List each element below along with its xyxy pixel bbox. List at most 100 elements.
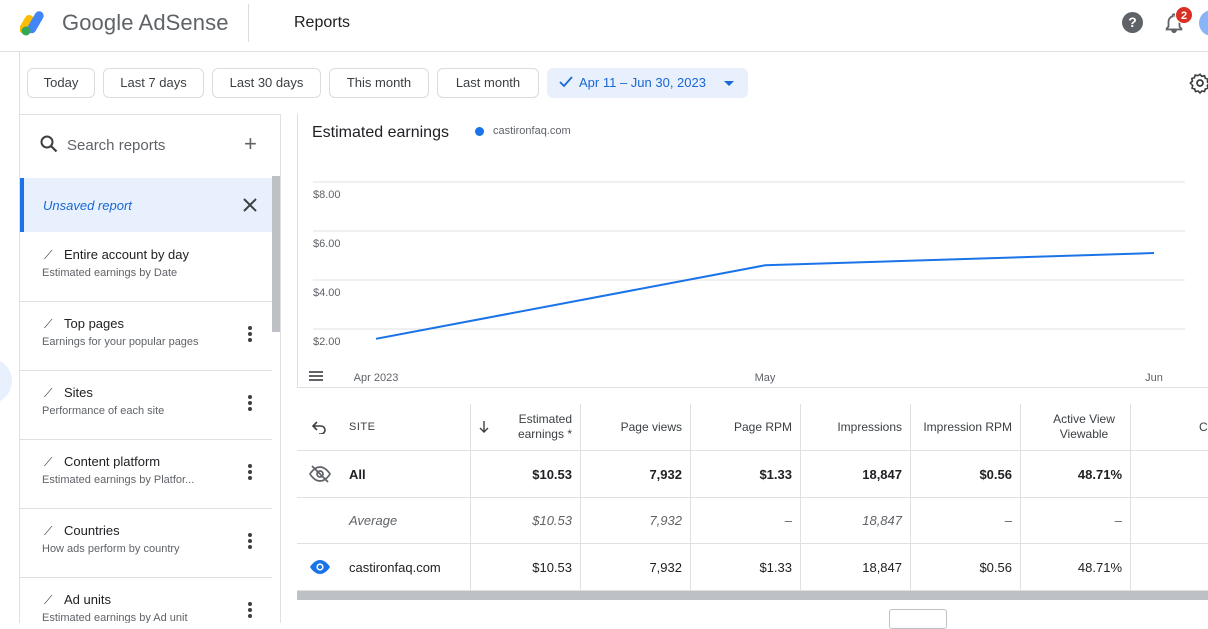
page-size-select[interactable] bbox=[889, 609, 947, 629]
row-page-views: 7,932 bbox=[649, 466, 682, 482]
check-icon bbox=[559, 76, 573, 88]
y-tick-label: $2.00 bbox=[313, 336, 341, 348]
col-header-active-view[interactable]: Active View Viewable bbox=[1020, 404, 1130, 450]
avatar[interactable] bbox=[1199, 10, 1208, 36]
row-earnings: $10.53 bbox=[532, 513, 572, 528]
report-item-countries[interactable]: ⟋ Countries How ads perform by country bbox=[20, 509, 272, 578]
row-active-view: 48.71% bbox=[1077, 559, 1122, 575]
legend-label[interactable]: castironfaq.com bbox=[493, 125, 571, 137]
more-vert-icon[interactable] bbox=[244, 462, 256, 482]
col-header-page-rpm[interactable]: Page RPM bbox=[690, 404, 800, 450]
col-header-impressions[interactable]: Impressions bbox=[800, 404, 910, 450]
y-tick-label: $4.00 bbox=[313, 287, 341, 299]
table-row-site[interactable]: castironfaq.com $10.53 7,932 $1.33 18,84… bbox=[297, 544, 1208, 591]
report-item-subtitle: Estimated earnings by Ad unit bbox=[42, 612, 188, 623]
report-item-top-pages[interactable]: ⟋ Top pages Earnings for your popular pa… bbox=[20, 302, 272, 371]
report-item-title: Countries bbox=[64, 523, 120, 538]
row-page-rpm: – bbox=[784, 513, 792, 528]
report-item-subtitle: How ads perform by country bbox=[42, 543, 180, 555]
earnings-line-chart: $8.00 $6.00 $4.00 $2.00 Apr 2023 May Jun bbox=[313, 181, 1185, 384]
sidebar-scrollbar[interactable] bbox=[272, 176, 280, 332]
report-item-title: Entire account by day bbox=[64, 247, 190, 262]
col-header-site[interactable]: SITE bbox=[349, 404, 449, 450]
table-row-all[interactable]: All $10.53 7,932 $1.33 18,847 $0.56 48.7… bbox=[297, 451, 1208, 498]
gear-icon[interactable] bbox=[1189, 72, 1208, 94]
add-report-icon[interactable]: + bbox=[244, 133, 257, 155]
report-item-subtitle: Estimated earnings by Date bbox=[42, 267, 178, 279]
chip-today[interactable]: Today bbox=[27, 68, 95, 98]
report-item-sites[interactable]: ⟋ Sites Performance of each site bbox=[20, 371, 272, 440]
notification-count-badge: 2 bbox=[1175, 6, 1193, 24]
row-impression-rpm: $0.56 bbox=[979, 466, 1012, 482]
row-earnings: $10.53 bbox=[532, 466, 572, 482]
row-earnings: $10.53 bbox=[532, 559, 572, 575]
close-icon[interactable] bbox=[241, 196, 259, 214]
table-pager bbox=[297, 600, 1208, 623]
header-divider bbox=[248, 4, 249, 42]
x-tick-label: Jun bbox=[1145, 372, 1163, 384]
adsense-logo-icon[interactable] bbox=[20, 8, 52, 36]
col-header-earnings[interactable]: Estimated earnings * bbox=[495, 404, 580, 450]
table-horizontal-scrollbar[interactable] bbox=[297, 591, 1208, 600]
row-site: All bbox=[349, 466, 366, 482]
row-active-view: 48.71% bbox=[1077, 466, 1122, 482]
row-page-rpm: $1.33 bbox=[759, 466, 792, 482]
report-trend-icon: ⟋ bbox=[44, 317, 53, 331]
date-range-selector[interactable]: Apr 11 – Jun 30, 2023 bbox=[547, 68, 748, 98]
chip-this-month[interactable]: This month bbox=[329, 68, 429, 98]
y-tick-label: $6.00 bbox=[313, 238, 341, 250]
col-header-impression-rpm[interactable]: Impression RPM bbox=[910, 404, 1020, 450]
chevron-down-icon bbox=[724, 81, 734, 86]
app-header: Google AdSense Reports ? 2 bbox=[0, 0, 1208, 52]
search-icon bbox=[40, 135, 58, 153]
report-trend-icon: ⟋ bbox=[44, 593, 53, 607]
brand-name[interactable]: Google AdSense bbox=[62, 10, 229, 36]
report-item-entire-account[interactable]: ⟋ Entire account by day Estimated earnin… bbox=[20, 233, 272, 302]
row-impression-rpm: $0.56 bbox=[979, 559, 1012, 575]
more-vert-icon[interactable] bbox=[244, 393, 256, 413]
report-item-title: Sites bbox=[64, 385, 93, 400]
row-page-views: 7,932 bbox=[649, 559, 682, 575]
chip-last-7-days[interactable]: Last 7 days bbox=[103, 68, 204, 98]
more-vert-icon[interactable] bbox=[244, 600, 256, 620]
row-site[interactable]: castironfaq.com bbox=[349, 544, 469, 590]
row-page-views: 7,932 bbox=[649, 513, 682, 528]
chart-menu-icon[interactable] bbox=[309, 371, 323, 383]
more-vert-icon[interactable] bbox=[244, 531, 256, 551]
series-line[interactable] bbox=[375, 252, 1155, 340]
row-impressions: 18,847 bbox=[862, 559, 902, 575]
row-page-rpm: $1.33 bbox=[759, 559, 792, 575]
table-header-row: SITE Estimated earnings * Page views Pag… bbox=[297, 404, 1208, 451]
report-item-subtitle: Performance of each site bbox=[42, 405, 165, 417]
report-item-ad-units[interactable]: ⟋ Ad units Estimated earnings by Ad unit bbox=[20, 578, 272, 623]
page-title: Reports bbox=[294, 14, 351, 31]
chart-title: Estimated earnings bbox=[312, 124, 449, 141]
row-impression-rpm: – bbox=[1004, 513, 1012, 528]
report-trend-icon: ⟋ bbox=[44, 524, 53, 538]
y-tick-label: $8.00 bbox=[313, 189, 341, 201]
more-vert-icon[interactable] bbox=[244, 324, 256, 344]
col-header-active-view-label: Active View Viewable bbox=[1053, 412, 1115, 441]
chip-last-30-days[interactable]: Last 30 days bbox=[212, 68, 321, 98]
nav-rail-active-item[interactable] bbox=[0, 358, 12, 404]
col-header-clicks[interactable]: Cl bbox=[1199, 404, 1208, 450]
col-header-page-views[interactable]: Page views bbox=[580, 404, 690, 450]
report-trend-icon: ⟋ bbox=[44, 455, 53, 469]
visibility-icon[interactable] bbox=[309, 544, 333, 590]
row-active-view: – bbox=[1114, 513, 1122, 528]
report-item-content-platform[interactable]: ⟋ Content platform Estimated earnings by… bbox=[20, 440, 272, 509]
unsaved-report-label: Unsaved report bbox=[43, 198, 132, 213]
x-tick-label: Apr 2023 bbox=[354, 372, 399, 384]
date-range-label: Apr 11 – Jun 30, 2023 bbox=[579, 75, 706, 90]
sort-arrow-down-icon[interactable] bbox=[479, 404, 495, 450]
visibility-off-icon[interactable] bbox=[309, 451, 333, 497]
row-site: Average bbox=[349, 513, 398, 528]
report-trend-icon: ⟋ bbox=[44, 386, 53, 400]
help-icon[interactable]: ? bbox=[1122, 12, 1143, 33]
back-arrow-icon[interactable] bbox=[311, 404, 331, 450]
chip-last-month[interactable]: Last month bbox=[437, 68, 539, 98]
report-item-subtitle: Earnings for your popular pages bbox=[42, 336, 199, 348]
search-reports-input[interactable]: Search reports bbox=[67, 137, 165, 154]
col-header-earnings-label: Estimated earnings * bbox=[517, 412, 572, 441]
row-impressions: 18,847 bbox=[862, 513, 902, 528]
